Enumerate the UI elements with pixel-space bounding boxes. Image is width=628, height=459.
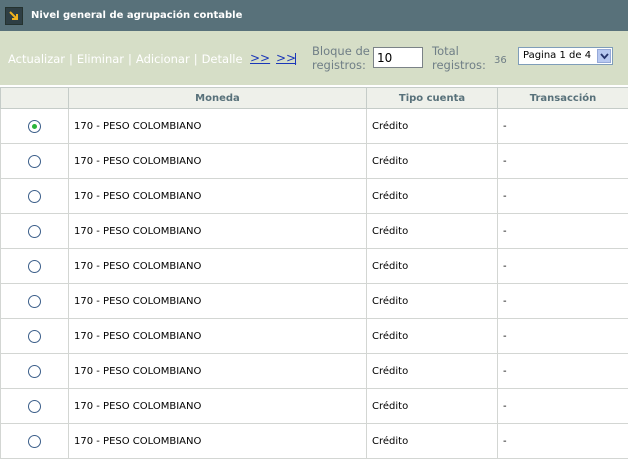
last-page-link[interactable]: >> <box>276 51 296 65</box>
toolbar: Actualizar | Eliminar | Adicionar | Detalle >>… <box>0 31 628 85</box>
tipo-cuenta-cell: Crédito <box>366 108 498 144</box>
tipo-cuenta-cell: Crédito <box>366 423 498 459</box>
row-select-cell <box>0 178 69 214</box>
row-radio-button[interactable] <box>28 154 41 168</box>
eliminar-link[interactable]: Eliminar <box>77 52 124 66</box>
table-row[interactable]: 170 - PESO COLOMBIANO Crédito - <box>0 388 628 424</box>
tipo-cuenta-cell: Crédito <box>366 388 498 424</box>
row-radio-button[interactable] <box>28 399 41 413</box>
bloque-registros-input[interactable] <box>373 47 423 68</box>
table-row[interactable]: 170 - PESO COLOMBIANO Crédito - <box>0 178 628 214</box>
tipo-cuenta-cell: Crédito <box>366 213 498 249</box>
transaccion-cell: - <box>497 108 628 144</box>
table-row[interactable]: 170 - PESO COLOMBIANO Crédito - <box>0 108 628 144</box>
action-links: Actualizar | Eliminar | Adicionar | Detalle <box>8 52 243 66</box>
separator: | <box>193 52 198 66</box>
transaccion-cell: - <box>497 213 628 249</box>
transaccion-cell: - <box>497 353 628 389</box>
chevron-down-icon[interactable] <box>597 49 611 63</box>
row-select-cell <box>0 283 69 319</box>
page-select-value: Pagina 1 de 4 <box>523 50 592 61</box>
total-registros-value: 36 <box>494 55 507 66</box>
tipo-cuenta-cell: Crédito <box>366 143 498 179</box>
row-select-cell <box>0 423 69 459</box>
moneda-cell: 170 - PESO COLOMBIANO <box>68 353 367 389</box>
column-header-transaccion[interactable]: Transacción <box>497 87 628 109</box>
window-titlebar: Nivel general de agrupación contable <box>0 0 628 31</box>
table-row[interactable]: 170 - PESO COLOMBIANO Crédito - <box>0 353 628 389</box>
tipo-cuenta-cell: Crédito <box>366 318 498 354</box>
table-row[interactable]: 170 - PESO COLOMBIANO Crédito - <box>0 143 628 179</box>
tipo-cuenta-cell: Crédito <box>366 283 498 319</box>
bloque-registros-label: Bloque de registros: <box>312 44 370 72</box>
arrow-down-right-icon <box>5 6 23 25</box>
table-row[interactable]: 170 - PESO COLOMBIANO Crédito - <box>0 423 628 459</box>
page-select[interactable]: Pagina 1 de 4 <box>518 47 613 65</box>
moneda-cell: 170 - PESO COLOMBIANO <box>68 248 367 284</box>
moneda-cell: 170 - PESO COLOMBIANO <box>68 213 367 249</box>
table-header-row: Moneda Tipo cuenta Transacción <box>0 87 628 109</box>
table-row[interactable]: 170 - PESO COLOMBIANO Crédito - <box>0 213 628 249</box>
row-radio-button[interactable] <box>28 259 41 273</box>
total-registros-label: Total registros: <box>432 44 486 72</box>
transaccion-cell: - <box>497 248 628 284</box>
moneda-cell: 170 - PESO COLOMBIANO <box>68 388 367 424</box>
next-page-link[interactable]: >> <box>250 51 270 65</box>
moneda-cell: 170 - PESO COLOMBIANO <box>68 178 367 214</box>
transaccion-cell: - <box>497 388 628 424</box>
separator: | <box>128 52 132 66</box>
row-select-cell <box>0 318 69 354</box>
column-header-moneda[interactable]: Moneda <box>68 87 367 109</box>
transaccion-cell: - <box>497 423 628 459</box>
moneda-cell: 170 - PESO COLOMBIANO <box>68 143 367 179</box>
transaccion-cell: - <box>497 318 628 354</box>
moneda-cell: 170 - PESO COLOMBIANO <box>68 423 367 459</box>
column-header-tipo-cuenta[interactable]: Tipo cuenta <box>366 87 498 109</box>
moneda-cell: 170 - PESO COLOMBIANO <box>68 283 367 319</box>
row-radio-button[interactable] <box>28 189 41 203</box>
detalle-link[interactable]: Detalle <box>202 52 243 66</box>
tipo-cuenta-cell: Crédito <box>366 248 498 284</box>
row-select-cell <box>0 388 69 424</box>
actualizar-link[interactable]: Actualizar <box>8 52 65 66</box>
moneda-cell: 170 - PESO COLOMBIANO <box>68 108 367 144</box>
column-header-select <box>0 87 69 109</box>
tipo-cuenta-cell: Crédito <box>366 353 498 389</box>
row-select-cell <box>0 248 69 284</box>
records-table: Moneda Tipo cuenta Transacción 170 - PES… <box>0 87 628 459</box>
separator: | <box>69 52 73 66</box>
row-radio-button[interactable] <box>28 119 41 133</box>
row-radio-button[interactable] <box>28 294 41 308</box>
row-select-cell <box>0 353 69 389</box>
adicionar-link[interactable]: Adicionar <box>136 52 190 66</box>
transaccion-cell: - <box>497 283 628 319</box>
transaccion-cell: - <box>497 143 628 179</box>
table-row[interactable]: 170 - PESO COLOMBIANO Crédito - <box>0 248 628 284</box>
table-row[interactable]: 170 - PESO COLOMBIANO Crédito - <box>0 318 628 354</box>
row-select-cell <box>0 213 69 249</box>
last-page-bar <box>295 53 296 65</box>
row-radio-button[interactable] <box>28 364 41 378</box>
row-radio-button[interactable] <box>28 224 41 238</box>
page-title: Nivel general de agrupación contable <box>31 10 243 21</box>
transaccion-cell: - <box>497 178 628 214</box>
moneda-cell: 170 - PESO COLOMBIANO <box>68 318 367 354</box>
row-select-cell <box>0 108 69 144</box>
table-row[interactable]: 170 - PESO COLOMBIANO Crédito - <box>0 283 628 319</box>
row-radio-button[interactable] <box>28 329 41 343</box>
row-radio-button[interactable] <box>28 434 41 448</box>
row-select-cell <box>0 143 69 179</box>
tipo-cuenta-cell: Crédito <box>366 178 498 214</box>
